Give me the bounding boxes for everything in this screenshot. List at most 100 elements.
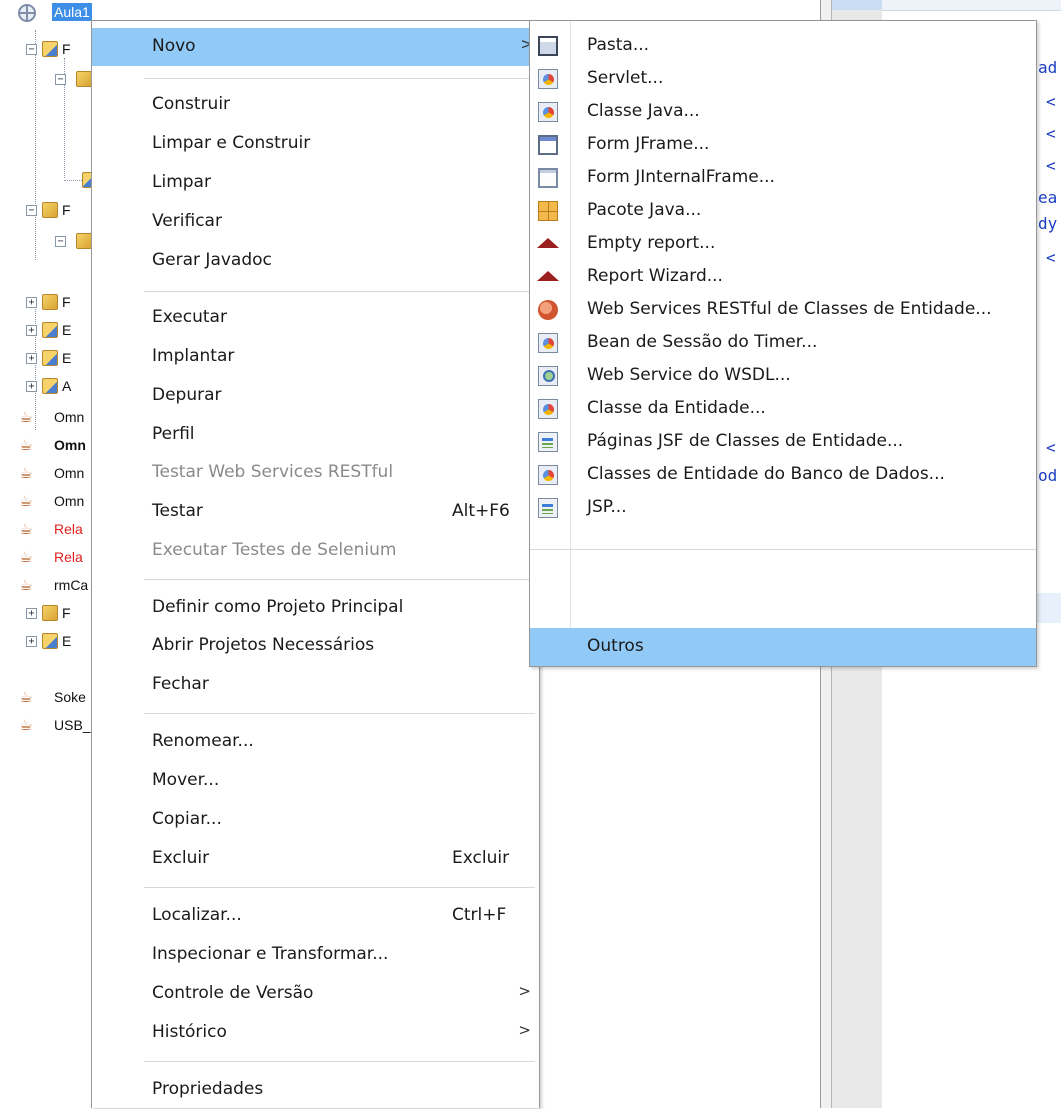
expand-toggle[interactable]: − bbox=[55, 236, 66, 247]
menu-item-label: Verificar bbox=[152, 211, 222, 231]
submenu-item-classes-entidade-banco[interactable]: Classes de Entidade do Banco de Dados... bbox=[530, 458, 1036, 492]
submenu-item-label: Form JInternalFrame... bbox=[587, 167, 775, 187]
submenu-item-form-jframe[interactable]: Form JFrame... bbox=[530, 128, 1036, 162]
expand-toggle[interactable]: + bbox=[26, 353, 37, 364]
menu-item-label: Testar bbox=[152, 501, 203, 521]
submenu-item-form-jinternalframe[interactable]: Form JInternalFrame... bbox=[530, 161, 1036, 195]
menu-item-label: Mover... bbox=[152, 770, 220, 790]
menu-item-novo[interactable]: Novo > bbox=[92, 28, 539, 66]
code-fragment: < bbox=[1046, 438, 1056, 457]
expand-toggle[interactable]: + bbox=[26, 381, 37, 392]
tree-row-project[interactable]: ☕ rmCa bbox=[0, 573, 92, 599]
submenu-item-pacote-java[interactable]: Pacote Java... bbox=[530, 194, 1036, 228]
project-label: Rela bbox=[54, 549, 83, 565]
restful-service-icon bbox=[538, 300, 558, 320]
menu-item-fechar[interactable]: Fechar bbox=[92, 666, 539, 704]
code-fragment: ea bbox=[1038, 188, 1058, 207]
tree-connector bbox=[64, 180, 82, 181]
expand-toggle[interactable]: + bbox=[26, 325, 37, 336]
submenu-item-classe-java[interactable]: Classe Java... bbox=[530, 95, 1036, 129]
submenu-item-outros[interactable]: Outros bbox=[530, 628, 1036, 666]
menu-item-verificar[interactable]: Verificar bbox=[92, 203, 539, 241]
menu-separator bbox=[530, 549, 1036, 550]
project-label: USB_ bbox=[54, 717, 91, 733]
wsdl-icon bbox=[538, 366, 558, 386]
menu-item-limpar[interactable]: Limpar bbox=[92, 164, 539, 202]
menu-item-inspecionar-transformar[interactable]: Inspecionar e Transformar... bbox=[92, 936, 539, 974]
folder-icon bbox=[42, 378, 58, 394]
expand-toggle[interactable]: + bbox=[26, 297, 37, 308]
tree-row-aula1[interactable]: Aula1 bbox=[0, 0, 92, 26]
menu-item-label: Localizar... bbox=[152, 905, 242, 925]
menu-item-implantar[interactable]: Implantar bbox=[92, 338, 539, 376]
submenu-item-bean-sessao-timer[interactable]: Bean de Sessão do Timer... bbox=[530, 326, 1036, 360]
tree-row-project[interactable]: ☕ Rela bbox=[0, 545, 92, 571]
menu-item-controle-de-versao[interactable]: Controle de Versão > bbox=[92, 975, 539, 1013]
menu-item-depurar[interactable]: Depurar bbox=[92, 377, 539, 415]
tree-row-project[interactable]: ☕ Soke bbox=[0, 685, 92, 711]
submenu-item-report-wizard[interactable]: Report Wizard... bbox=[530, 260, 1036, 294]
servlet-icon bbox=[538, 69, 558, 89]
menu-item-definir-projeto-principal[interactable]: Definir como Projeto Principal bbox=[92, 589, 539, 627]
folder-icon bbox=[42, 605, 58, 621]
submenu-item-label: Report Wizard... bbox=[587, 266, 723, 286]
submenu-item-empty-report[interactable]: Empty report... bbox=[530, 227, 1036, 261]
menu-item-label: Propriedades bbox=[152, 1079, 264, 1099]
tree-row-project[interactable]: ☕ Omn bbox=[0, 405, 92, 431]
java-package-icon bbox=[538, 201, 558, 221]
submenu-item-web-service-wsdl[interactable]: Web Service do WSDL... bbox=[530, 359, 1036, 393]
submenu-item-classe-entidade[interactable]: Classe da Entidade... bbox=[530, 392, 1036, 426]
menu-item-copiar[interactable]: Copiar... bbox=[92, 801, 539, 839]
submenu-item-servlet[interactable]: Servlet... bbox=[530, 62, 1036, 96]
menu-item-testar-web-services-restful: Testar Web Services RESTful bbox=[92, 454, 539, 492]
menu-item-shortcut: Ctrl+F bbox=[452, 905, 507, 925]
menu-item-testar[interactable]: Testar Alt+F6 bbox=[92, 493, 539, 531]
folder-icon bbox=[42, 633, 58, 649]
submenu-item-label: Classe Java... bbox=[587, 101, 700, 121]
tree-row-project[interactable]: ☕ Rela bbox=[0, 517, 92, 543]
menu-separator bbox=[144, 78, 535, 79]
menu-item-localizar[interactable]: Localizar... Ctrl+F bbox=[92, 897, 539, 935]
expand-toggle[interactable]: + bbox=[26, 636, 37, 647]
menu-item-label: Executar Testes de Selenium bbox=[152, 540, 397, 560]
warning-project-icon: ☕ bbox=[19, 520, 33, 538]
menu-item-propriedades[interactable]: Propriedades bbox=[92, 1071, 539, 1109]
submenu-item-pasta[interactable]: Pasta... bbox=[530, 29, 1036, 63]
menu-item-shortcut: Excluir bbox=[452, 848, 510, 868]
tree-row-project[interactable]: ☕ Omn bbox=[0, 461, 92, 487]
menu-item-excluir[interactable]: Excluir Excluir bbox=[92, 840, 539, 878]
menu-item-abrir-projetos-necessarios[interactable]: Abrir Projetos Necessários bbox=[92, 627, 539, 665]
submenu-item-label: Web Service do WSDL... bbox=[587, 365, 791, 385]
tree-node-label: E bbox=[62, 633, 72, 649]
menu-item-renomear[interactable]: Renomear... bbox=[92, 723, 539, 761]
expand-toggle[interactable]: − bbox=[55, 74, 66, 85]
menu-separator bbox=[144, 579, 535, 580]
session-bean-icon bbox=[538, 333, 558, 353]
code-fragment: od bbox=[1038, 466, 1058, 485]
submenu-item-label: JSP... bbox=[587, 497, 627, 517]
project-name-selected[interactable]: Aula1 bbox=[52, 3, 92, 21]
folder-icon bbox=[76, 71, 92, 87]
submenu-item-web-services-restful[interactable]: Web Services RESTful de Classes de Entid… bbox=[530, 293, 1036, 327]
submenu-item-paginas-jsf[interactable]: Páginas JSF de Classes de Entidade... bbox=[530, 425, 1036, 459]
submenu-item-jsp[interactable]: JSP... bbox=[530, 491, 1036, 525]
menu-item-limpar-e-construir[interactable]: Limpar e Construir bbox=[92, 125, 539, 163]
menu-item-perfil[interactable]: Perfil bbox=[92, 416, 539, 454]
menu-item-mover[interactable]: Mover... bbox=[92, 762, 539, 800]
folder-icon bbox=[538, 36, 558, 56]
menu-item-gerar-javadoc[interactable]: Gerar Javadoc bbox=[92, 242, 539, 280]
menu-item-label: Histórico bbox=[152, 1022, 227, 1042]
expand-toggle[interactable]: + bbox=[26, 608, 37, 619]
menu-item-label: Definir como Projeto Principal bbox=[152, 597, 404, 617]
menu-item-historico[interactable]: Histórico > bbox=[92, 1014, 539, 1052]
menu-item-executar[interactable]: Executar bbox=[92, 299, 539, 337]
menu-item-label: Novo bbox=[152, 36, 196, 56]
expand-toggle[interactable]: − bbox=[26, 44, 37, 55]
menu-item-label: Copiar... bbox=[152, 809, 222, 829]
tree-row-project[interactable]: ☕ USB_ bbox=[0, 713, 92, 739]
submenu-item-label: Servlet... bbox=[587, 68, 664, 88]
tree-row-project[interactable]: ☕ Omn bbox=[0, 433, 92, 459]
menu-item-construir[interactable]: Construir bbox=[92, 86, 539, 124]
tree-row-project[interactable]: ☕ Omn bbox=[0, 489, 92, 515]
expand-toggle[interactable]: − bbox=[26, 205, 37, 216]
